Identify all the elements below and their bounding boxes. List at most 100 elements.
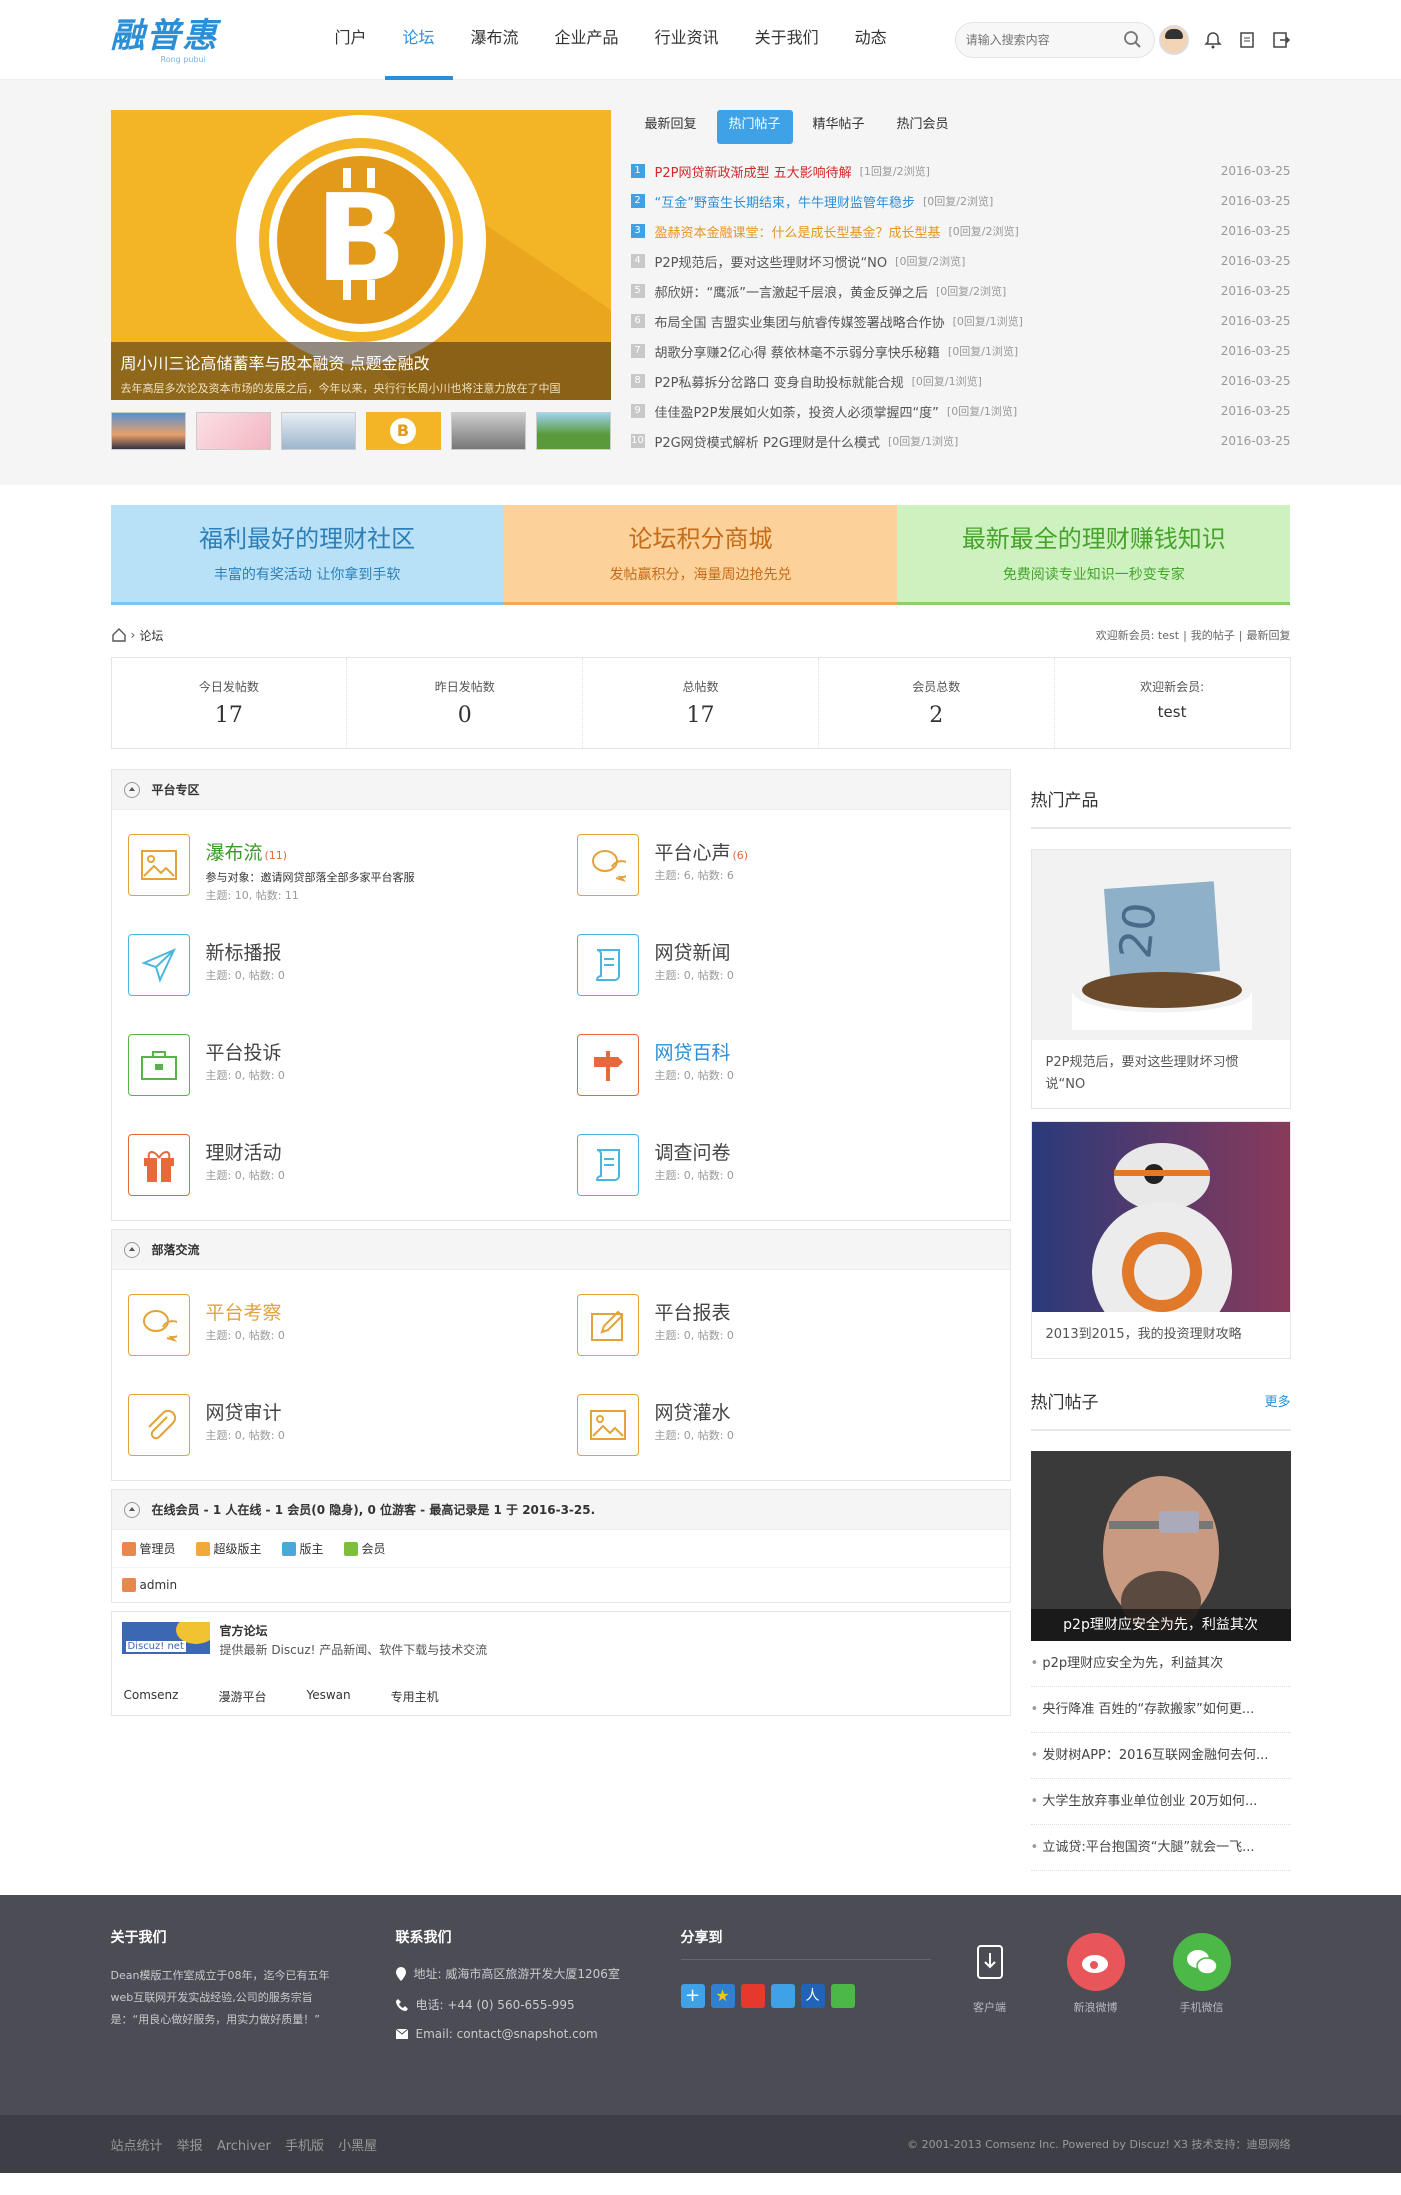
latest-reply-link[interactable]: 最新回复 xyxy=(1247,629,1291,642)
link-hosting[interactable]: 专用主机 xyxy=(391,1688,439,1705)
list-item[interactable]: 立诚贷:平台抱国资“大腿”就会一飞... xyxy=(1030,1825,1291,1871)
forum-name[interactable]: 调查问卷 xyxy=(655,1142,731,1164)
list-item[interactable]: 发财树APP：2016互联网金融何去何... xyxy=(1030,1733,1291,1779)
nav-forum[interactable]: 论坛 xyxy=(384,0,453,80)
post-title[interactable]: 盈赫资本金融课堂：什么是成长型基金？成长型基 xyxy=(655,222,941,241)
search-input[interactable] xyxy=(965,33,1122,47)
link-yeswan[interactable]: Yeswan xyxy=(306,1688,350,1705)
product-card[interactable]: 2013到2015，我的投资理财攻略 xyxy=(1030,1121,1291,1359)
share-renren-icon[interactable]: 人 xyxy=(800,1984,825,2008)
chat-bubble-icon[interactable] xyxy=(576,834,639,896)
slide-main[interactable]: B 周小川三论高储蓄率与股本融资 点题金融改 去年高层多次论及资本市场的发展之后… xyxy=(110,110,611,400)
share-weibo-icon[interactable] xyxy=(740,1984,765,2008)
app-weibo[interactable]: 新浪微博 xyxy=(1066,1933,1125,2055)
scroll-icon[interactable] xyxy=(576,1134,639,1196)
product-card[interactable]: 20 P2P规范后，要对这些理财坏习惯说“NO xyxy=(1030,849,1291,1109)
official-link[interactable]: Discuz! net 官方论坛 提供最新 Discuz! 产品新闻、软件下载与技… xyxy=(121,1622,1000,1658)
new-member-name[interactable]: test xyxy=(1055,703,1290,721)
bell-icon[interactable] xyxy=(1203,30,1223,50)
app-wechat[interactable]: 手机微信 xyxy=(1172,1933,1231,2055)
online-user[interactable]: admin xyxy=(121,1578,177,1592)
edit-icon[interactable] xyxy=(576,1294,639,1356)
forum-name[interactable]: 平台心声 (6) xyxy=(655,842,749,864)
hot-post-image[interactable]: p2p理财应安全为先，利益其次 xyxy=(1030,1451,1291,1641)
link-archiver[interactable]: Archiver xyxy=(217,2139,271,2154)
link-stats[interactable]: 站点统计 xyxy=(111,2139,163,2154)
post-title[interactable]: P2P私募拆分岔路口 变身自助投标就能合规 xyxy=(655,372,904,391)
post-title[interactable]: 佳佳盈P2P发展如火如荼，投资人必须掌握四“度” xyxy=(655,402,939,421)
thumb-3[interactable] xyxy=(280,412,356,450)
thumb-4[interactable]: B xyxy=(365,412,441,450)
slide-title[interactable]: 周小川三论高储蓄率与股本融资 点题金融改 xyxy=(121,350,601,374)
my-posts-link[interactable]: 我的帖子 xyxy=(1191,629,1235,642)
paper-plane-icon[interactable] xyxy=(127,934,190,996)
document-icon[interactable] xyxy=(1237,30,1257,50)
post-title[interactable]: “互金”野蛮生长期结束，牛牛理财监管年稳步 xyxy=(655,192,915,211)
tab-hot-members[interactable]: 热门会员 xyxy=(885,110,961,144)
logout-icon[interactable] xyxy=(1271,30,1291,50)
briefcase-icon[interactable] xyxy=(127,1034,190,1096)
avatar[interactable] xyxy=(1158,25,1189,55)
share-plus-icon[interactable]: + xyxy=(680,1984,705,2008)
breadcrumb-current[interactable]: 论坛 xyxy=(139,627,163,644)
site-logo[interactable]: 融普惠 Rong pubui xyxy=(111,15,271,65)
nav-about[interactable]: 关于我们 xyxy=(737,0,837,80)
tab-hot-posts[interactable]: 热门帖子 xyxy=(716,110,793,144)
email-link[interactable]: Email: contact@snapshot.com xyxy=(416,2027,598,2041)
paperclip-icon[interactable] xyxy=(127,1394,190,1456)
forum-name[interactable]: 新标播报 xyxy=(206,942,282,964)
share-tencent-icon[interactable] xyxy=(770,1984,795,2008)
post-title[interactable]: P2G网贷模式解析 P2G理财是什么模式 xyxy=(655,432,881,451)
gift-icon[interactable] xyxy=(127,1134,190,1196)
nav-waterfall[interactable]: 瀑布流 xyxy=(453,0,537,80)
nav-news[interactable]: 行业资讯 xyxy=(637,0,737,80)
tab-latest-reply[interactable]: 最新回复 xyxy=(633,110,709,144)
post-title[interactable]: 胡歌分享赚2亿心得 蔡依林毫不示弱分享快乐秘籍 xyxy=(655,342,940,361)
more-link[interactable]: 更多 xyxy=(1264,1391,1290,1410)
chat-bubble-icon[interactable] xyxy=(127,1294,190,1356)
forum-name[interactable]: 网贷百科 xyxy=(655,1042,731,1064)
collapse-icon[interactable] xyxy=(123,781,140,798)
image-icon[interactable] xyxy=(576,1394,639,1456)
link-report[interactable]: 举报 xyxy=(177,2139,203,2154)
image-icon[interactable] xyxy=(127,834,190,896)
nav-feed[interactable]: 动态 xyxy=(837,0,905,80)
forum-name[interactable]: 网贷审计 xyxy=(206,1402,282,1424)
nav-portal[interactable]: 门户 xyxy=(317,0,385,80)
forum-name[interactable]: 网贷灌水 xyxy=(655,1402,731,1424)
banner-community[interactable]: 福利最好的理财社区 丰富的有奖活动 让你拿到手软 xyxy=(110,505,504,605)
share-wechat-icon[interactable] xyxy=(830,1984,855,2008)
share-qzone-icon[interactable]: ★ xyxy=(710,1984,735,2008)
forum-name[interactable]: 理财活动 xyxy=(206,1142,282,1164)
thumb-1[interactable] xyxy=(110,412,186,450)
list-item[interactable]: p2p理财应安全为先，利益其次 xyxy=(1030,1641,1291,1687)
scroll-icon[interactable] xyxy=(576,934,639,996)
thumb-2[interactable] xyxy=(195,412,271,450)
forum-name[interactable]: 瀑布流 (11) xyxy=(206,842,288,864)
link-manyou[interactable]: 漫游平台 xyxy=(218,1688,266,1705)
link-mobile[interactable]: 手机版 xyxy=(285,2139,324,2154)
forum-name[interactable]: 平台考察 xyxy=(206,1302,282,1324)
tab-digest-posts[interactable]: 精华帖子 xyxy=(801,110,877,144)
post-title[interactable]: P2P规范后，要对这些理财坏习惯说“NO xyxy=(655,252,888,271)
app-client[interactable]: 客户端 xyxy=(961,1933,1019,2055)
link-blackroom[interactable]: 小黑屋 xyxy=(338,2139,377,2154)
collapse-icon[interactable] xyxy=(123,1501,140,1518)
link-comsenz[interactable]: Comsenz xyxy=(124,1688,179,1705)
forum-name[interactable]: 平台报表 xyxy=(655,1302,731,1324)
thumb-5[interactable] xyxy=(450,412,526,450)
new-member-link[interactable]: 欢迎新会员: test xyxy=(1096,629,1179,642)
signpost-icon[interactable] xyxy=(576,1034,639,1096)
forum-name[interactable]: 平台投诉 xyxy=(206,1042,282,1064)
list-item[interactable]: 央行降准 百姓的“存款搬家”如何更... xyxy=(1030,1687,1291,1733)
collapse-icon[interactable] xyxy=(123,1241,140,1258)
home-icon[interactable] xyxy=(111,627,127,643)
list-item[interactable]: 大学生放弃事业单位创业 20万如何... xyxy=(1030,1779,1291,1825)
nav-products[interactable]: 企业产品 xyxy=(537,0,637,80)
forum-name[interactable]: 网贷新闻 xyxy=(655,942,731,964)
banner-knowledge[interactable]: 最新最全的理财赚钱知识 免费阅读专业知识一秒变专家 xyxy=(897,505,1291,605)
search-icon[interactable] xyxy=(1122,29,1144,51)
banner-points-mall[interactable]: 论坛积分商城 发帖赢积分，海量周边抢先兑 xyxy=(503,505,898,605)
post-title[interactable]: 布局全国 吉盟实业集团与航睿传媒签署战略合作协 xyxy=(655,312,945,331)
post-title[interactable]: P2P网贷新政渐成型 五大影响待解 xyxy=(655,162,852,181)
